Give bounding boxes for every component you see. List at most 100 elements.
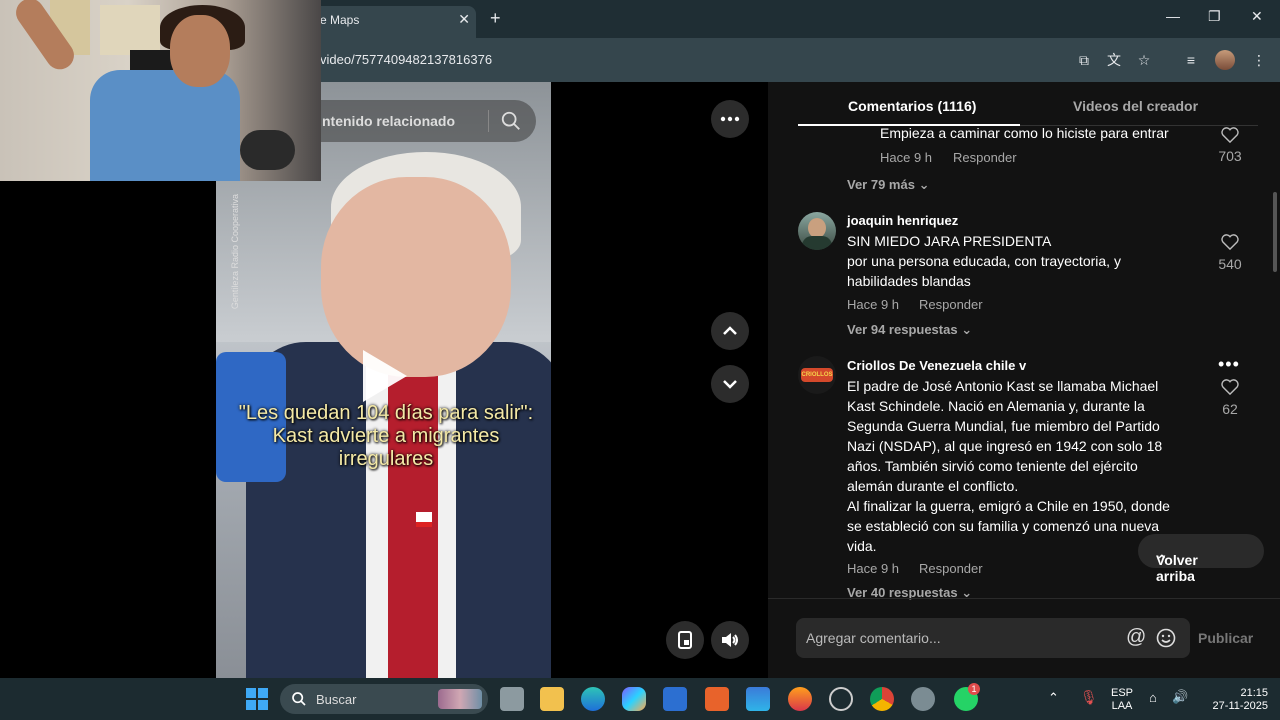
comment-username[interactable]: joaquin henriquez	[847, 213, 958, 228]
like-count: 703	[1218, 148, 1242, 164]
comments-panel: Comentarios (1116) Videos del creador Em…	[768, 82, 1280, 678]
menu-dots-icon[interactable]: ⋮	[1249, 50, 1269, 70]
like-count: 540	[1218, 256, 1242, 272]
notification-badge: 1	[968, 683, 980, 695]
file-explorer-icon[interactable]	[540, 687, 564, 711]
comment-text-line: por una persona educada, con trayectoria…	[847, 253, 1121, 269]
minimize-icon[interactable]: —	[1166, 8, 1180, 24]
clock-app-icon[interactable]	[829, 687, 853, 711]
heart-icon[interactable]	[1221, 379, 1239, 395]
firefox-icon[interactable]	[788, 687, 812, 711]
comment-text: Empieza a caminar como lo hiciste para e…	[880, 125, 1169, 141]
double-chevron-up-icon: ⌃	[1156, 552, 1168, 568]
comment-text-line: alemán durante el conflicto.	[847, 478, 1019, 494]
comment-text-line: vida.	[847, 538, 877, 554]
video-caption: "Les quedan 104 días para salir": Kast a…	[238, 402, 534, 470]
comment-text-line: se estableció con su familia y comenzó u…	[847, 518, 1160, 534]
related-search-bar[interactable]: ntenido relacionado	[300, 100, 536, 142]
reply-button[interactable]: Responder	[919, 561, 983, 576]
heart-icon[interactable]	[1221, 127, 1239, 143]
avatar-logo-text: CRIOLLOS	[801, 368, 833, 382]
new-tab-icon[interactable]: +	[490, 8, 501, 29]
volume-icon	[722, 633, 738, 647]
comment-text-line: El padre de José Antonio Kast se llamaba…	[847, 378, 1159, 394]
comment-username[interactable]: Criollos De Venezuela chile v	[847, 358, 1026, 373]
previous-video-button[interactable]	[711, 312, 749, 350]
comment-text-line: habilidades blandas	[847, 273, 971, 289]
publish-button[interactable]: Publicar	[1198, 630, 1253, 646]
view-more-replies[interactable]: Ver 94 respuestas ⌄	[847, 322, 972, 338]
mention-icon[interactable]: @	[1126, 626, 1146, 649]
taskbar-search-label: Buscar	[316, 692, 357, 707]
emoji-icon[interactable]	[1156, 628, 1176, 648]
tab-creator-videos[interactable]: Videos del creador	[1073, 98, 1198, 114]
comment-text-line: años. También sirvió como teniente del e…	[847, 458, 1138, 474]
taskbar: Buscar 1 ⌃ 🎙 ESP LAA ⌂ 🔊 21:15 27-11-2025	[0, 678, 1280, 720]
windows-start-icon[interactable]	[246, 688, 268, 710]
chrome-icon[interactable]	[870, 687, 894, 711]
settings-gear-icon[interactable]	[911, 687, 935, 711]
search-icon	[292, 692, 306, 706]
search-icon[interactable]	[500, 110, 522, 132]
pip-button[interactable]	[666, 621, 704, 659]
close-window-icon[interactable]: ✕	[1251, 8, 1263, 25]
copilot-icon[interactable]	[622, 687, 646, 711]
tray-chevron-up-icon[interactable]: ⌃	[1048, 690, 1059, 706]
translate-icon[interactable]: 文	[1104, 50, 1124, 70]
language-indicator[interactable]: ESP LAA	[1108, 687, 1136, 713]
chevron-up-icon	[723, 326, 737, 335]
heart-icon[interactable]	[1221, 234, 1239, 250]
microphone-icon[interactable]: 🎙	[1080, 689, 1098, 706]
speaker-icon[interactable]: 🔊	[1172, 689, 1188, 705]
tab-title: e Maps	[320, 13, 360, 27]
taskbar-search[interactable]: Buscar	[280, 684, 488, 714]
outlook-icon[interactable]	[663, 687, 687, 711]
chevron-down-icon	[723, 380, 737, 389]
comment-input[interactable]: Agregar comentario... @	[796, 618, 1190, 658]
avatar[interactable]: CRIOLLOS	[798, 356, 836, 394]
maximize-icon[interactable]: ❐	[1208, 8, 1221, 25]
comment-options-icon[interactable]: •••	[1218, 354, 1240, 375]
picture-in-picture-icon	[678, 631, 692, 649]
play-icon[interactable]	[363, 350, 407, 402]
comment-text-line: Kast Schindele. Nació en Alemania y, dur…	[847, 398, 1145, 414]
clock[interactable]: 21:15 27-11-2025	[1198, 687, 1268, 713]
comment-time: Hace 9 h	[847, 561, 900, 576]
edge-icon[interactable]	[581, 687, 605, 711]
more-options-button[interactable]	[711, 100, 749, 138]
comment-text-line: Segunda Guerra Mundial, fue miembro del …	[847, 418, 1160, 434]
scrollbar[interactable]	[1273, 192, 1277, 272]
install-app-icon[interactable]: ⧉	[1074, 50, 1094, 70]
comment-text-line: Nazi (NSDAP), al que ingresó en 1942 con…	[847, 438, 1163, 454]
task-view-icon[interactable]	[500, 687, 524, 711]
app-orange-icon[interactable]	[705, 687, 729, 711]
search-highlight-image	[438, 689, 482, 709]
browser-tab[interactable]: e Maps ✕	[300, 6, 476, 38]
comment-text-line: Al finalizar la guerra, emigró a Chile e…	[847, 498, 1170, 514]
comment-time: Hace 9 h	[880, 150, 933, 165]
tab-comments[interactable]: Comentarios (1116)	[848, 98, 976, 114]
next-video-button[interactable]	[711, 365, 749, 403]
comment-text-line: SIN MIEDO JARA PRESIDENTA	[847, 233, 1052, 249]
reply-button[interactable]: Responder	[919, 297, 983, 312]
store-icon[interactable]	[746, 687, 770, 711]
volume-button[interactable]	[711, 621, 749, 659]
profile-avatar[interactable]	[1215, 50, 1235, 70]
webcam-overlay	[0, 0, 321, 181]
url-field[interactable]: video/7577409482137816376	[320, 52, 492, 67]
back-to-top-button[interactable]: Volver arriba ⌃	[1138, 534, 1264, 584]
like-count: 62	[1222, 401, 1238, 417]
network-icon[interactable]: ⌂	[1149, 690, 1157, 705]
close-tab-icon[interactable]: ✕	[458, 11, 470, 28]
comment-placeholder: Agregar comentario...	[806, 630, 941, 646]
flag-pin-image	[416, 512, 432, 527]
avatar[interactable]	[798, 212, 836, 250]
comment-time: Hace 9 h	[847, 297, 900, 312]
bookmark-star-icon[interactable]: ☆	[1134, 50, 1154, 70]
related-search-placeholder: ntenido relacionado	[322, 113, 456, 129]
media-controls-icon[interactable]: ≡	[1181, 50, 1201, 70]
more-dots-icon	[720, 116, 740, 122]
reply-button[interactable]: Responder	[953, 150, 1017, 165]
video-credit: Gentileza Radio Cooperativa	[230, 194, 240, 310]
view-more-replies[interactable]: Ver 79 más ⌄	[847, 177, 929, 193]
